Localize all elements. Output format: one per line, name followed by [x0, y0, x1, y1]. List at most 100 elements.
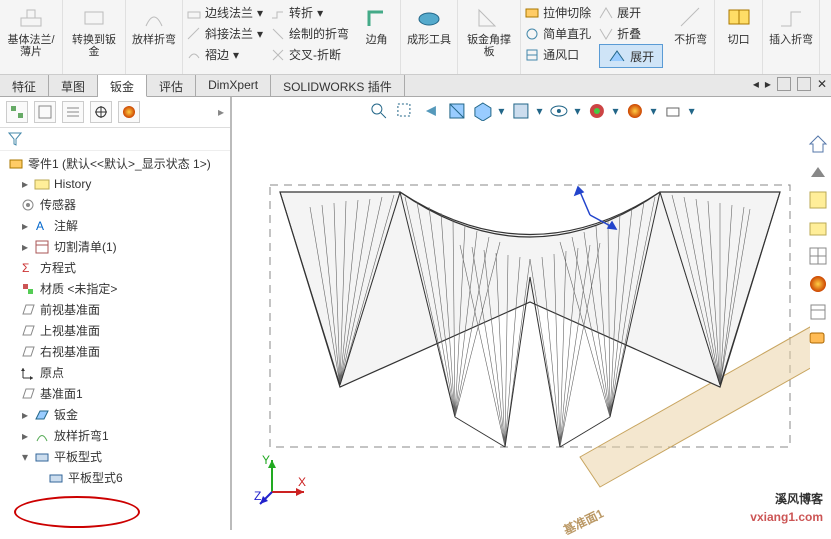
tree-right[interactable]: 右视基准面 [4, 341, 226, 362]
tree-cutlist[interactable]: ▸切割清单(1) [4, 236, 226, 257]
config-icon [65, 104, 81, 120]
tab-evaluate[interactable]: 评估 [147, 75, 196, 96]
annot-icon: A [34, 218, 50, 234]
collapse-icon[interactable]: ▾ [20, 450, 30, 464]
expand-icon[interactable]: ▸ [20, 408, 30, 422]
chevron-right-icon[interactable]: ▸ [218, 105, 224, 119]
prev-view-icon[interactable] [420, 101, 440, 121]
tree-top[interactable]: 上视基准面 [4, 320, 226, 341]
file-explorer-icon[interactable] [807, 217, 829, 239]
chevron-down-icon: ▾ [257, 6, 263, 20]
tab-addins[interactable]: SOLIDWORKS 插件 [271, 75, 405, 96]
tree-front[interactable]: 前视基准面 [4, 299, 226, 320]
chevron-left-icon[interactable]: ◂ [753, 77, 759, 91]
rb-jog[interactable]: 转折▾ [271, 2, 349, 23]
hide-show-icon[interactable] [548, 101, 568, 121]
view-palette-icon[interactable] [807, 245, 829, 267]
rb-expand[interactable]: 展开 [599, 44, 663, 68]
tab-sketch[interactable]: 草图 [49, 75, 98, 96]
appearances-icon[interactable] [807, 273, 829, 295]
dropdown-icon[interactable]: ▾ [613, 104, 619, 118]
rb-loft-bend[interactable]: 放样折弯 [126, 0, 183, 74]
panel-tab-tree[interactable] [6, 101, 28, 123]
display-style-icon[interactable] [510, 101, 530, 121]
rb-cut-group: 拉伸切除 简单直孔 通风口 [521, 0, 595, 74]
triad-icon[interactable]: Y X Z [254, 450, 314, 510]
tab-features[interactable]: 特征 [0, 75, 49, 96]
maximize-icon[interactable] [797, 77, 811, 91]
rb-form-tool[interactable]: 成形工具 [401, 0, 458, 74]
tab-dimxpert[interactable]: DimXpert [196, 75, 271, 96]
design-lib-icon[interactable] [807, 189, 829, 211]
zoom-fit-icon[interactable] [368, 101, 388, 121]
edit-appear-icon[interactable] [587, 101, 607, 121]
chevron-right-icon[interactable]: ▸ [765, 77, 771, 91]
expand-icon[interactable]: ▸ [20, 240, 30, 254]
filter-bar[interactable] [0, 128, 230, 151]
nobend-icon [677, 4, 705, 32]
forum-icon[interactable] [807, 329, 829, 351]
expand-icon[interactable]: ▸ [20, 429, 30, 443]
minimize-icon[interactable] [777, 77, 791, 91]
section-icon[interactable] [446, 101, 466, 121]
rb-no-bend[interactable]: 不折弯 [667, 0, 715, 74]
tree-equations[interactable]: Σ方程式 [4, 257, 226, 278]
scene-icon[interactable] [625, 101, 645, 121]
watermark: 溪风博客 vxiang1.com [750, 490, 823, 526]
dropdown-icon[interactable]: ▾ [689, 104, 695, 118]
rb-gusset[interactable]: 钣金角撑板 [458, 0, 521, 74]
view-settings-icon[interactable] [663, 101, 683, 121]
panel-tab-dim[interactable] [90, 101, 112, 123]
tree-sensor[interactable]: 传感器 [4, 194, 226, 215]
feature-tree[interactable]: 零件1 (默认<<默认>_显示状态 1>) ▸History 传感器 ▸A注解 … [0, 151, 230, 530]
tree-annot[interactable]: ▸A注解 [4, 215, 226, 236]
rb-cross-break[interactable]: 交叉-折断 [271, 44, 349, 65]
tree-lofted-bend[interactable]: ▸放样折弯1 [4, 425, 226, 446]
tree-origin[interactable]: 原点 [4, 362, 226, 383]
graphics-viewport[interactable]: ▾ ▾ ▾ ▾ ▾ ▾ [232, 97, 831, 530]
tree-root[interactable]: 零件1 (默认<<默认>_显示状态 1>) [4, 153, 226, 174]
watermark-title: 溪风博客 [750, 490, 823, 508]
gusset-icon [475, 4, 503, 32]
mat-icon [20, 281, 36, 297]
tree-history[interactable]: ▸History [4, 174, 226, 194]
rb-miter[interactable]: 斜接法兰▾ [187, 23, 263, 44]
sensor-icon [20, 197, 36, 213]
rb-rip[interactable]: 切口 [715, 0, 763, 74]
label: 不折弯 [674, 34, 707, 46]
rb-insert-bend[interactable]: 插入折弯 [763, 0, 820, 74]
tree-flat-pattern[interactable]: ▾平板型式 [4, 446, 226, 467]
tree-plane1[interactable]: 基准面1 [4, 383, 226, 404]
rb-hole[interactable]: 简单直孔 [525, 23, 591, 44]
home-icon[interactable] [807, 133, 829, 155]
custom-props-icon[interactable] [807, 301, 829, 323]
rb-base-flange[interactable]: 基体法兰/薄片 [0, 0, 63, 74]
main-area: ▸ 零件1 (默认<<默认>_显示状态 1>) ▸History 传感器 ▸A注… [0, 97, 831, 530]
rb-fold[interactable]: 折叠 [599, 23, 663, 44]
tree-material[interactable]: 材质 <未指定> [4, 278, 226, 299]
dropdown-icon[interactable]: ▾ [651, 104, 657, 118]
resources-icon[interactable] [807, 161, 829, 183]
rb-unfold[interactable]: 展开 [599, 2, 663, 23]
dropdown-icon[interactable]: ▾ [574, 104, 580, 118]
close-icon[interactable]: ✕ [817, 77, 827, 91]
expand-icon[interactable]: ▸ [20, 219, 30, 233]
rb-edge-flange[interactable]: 边线法兰▾ [187, 2, 263, 23]
dropdown-icon[interactable]: ▾ [498, 104, 504, 118]
rb-extrude-cut[interactable]: 拉伸切除 [525, 2, 591, 23]
tree-flat-pattern-6[interactable]: 平板型式6 [4, 467, 226, 488]
rb-vent[interactable]: 通风口 [525, 44, 591, 65]
zoom-area-icon[interactable] [394, 101, 414, 121]
rb-hem[interactable]: 褶边▾ [187, 44, 263, 65]
panel-tab-appear[interactable] [118, 101, 140, 123]
rb-convert[interactable]: 转换到钣金 [63, 0, 126, 74]
panel-tab-config[interactable] [62, 101, 84, 123]
view-orient-icon[interactable] [472, 101, 492, 121]
expand-icon[interactable]: ▸ [20, 177, 30, 191]
tree-sheetmetal[interactable]: ▸钣金 [4, 404, 226, 425]
panel-tab-prop[interactable] [34, 101, 56, 123]
dropdown-icon[interactable]: ▾ [536, 104, 542, 118]
rb-corner[interactable]: 边角 [353, 0, 401, 74]
rb-sketch-bend[interactable]: 绘制的折弯 [271, 23, 349, 44]
tab-sheetmetal[interactable]: 钣金 [98, 75, 147, 97]
